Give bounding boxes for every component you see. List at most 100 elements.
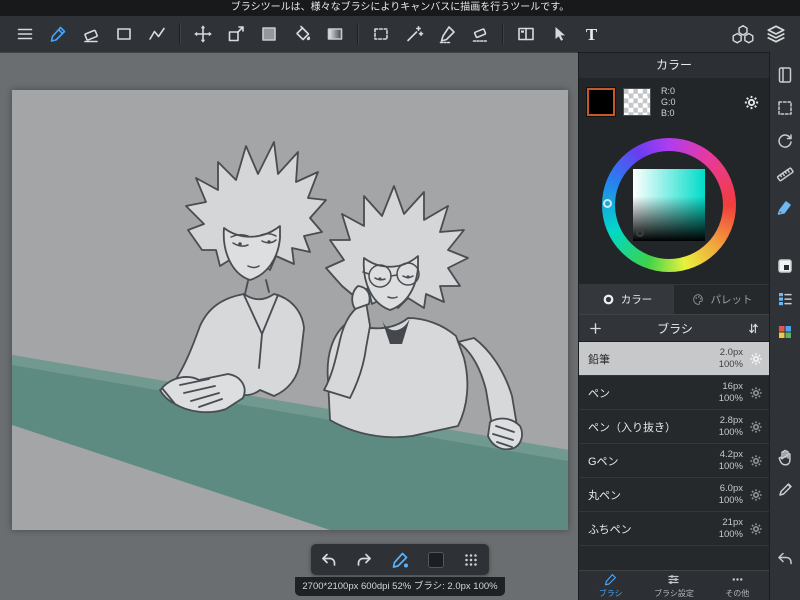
saturation-value-box[interactable] bbox=[633, 169, 705, 241]
background-color-swatch[interactable] bbox=[623, 88, 651, 116]
sort-brushes-button[interactable] bbox=[746, 321, 761, 336]
undo-button[interactable] bbox=[314, 546, 344, 574]
object-select-tool-button[interactable] bbox=[542, 16, 575, 52]
menu-icon bbox=[17, 28, 32, 40]
marquee-select-icon bbox=[373, 28, 388, 40]
tab-other[interactable]: その他 bbox=[706, 571, 769, 600]
brush-size: 21px bbox=[722, 516, 743, 528]
brush-eyedropper-icon bbox=[392, 552, 408, 568]
brush-name: ふちペン bbox=[588, 523, 632, 536]
layer-list-panel-button[interactable] bbox=[772, 286, 798, 312]
rotate-canvas-button[interactable] bbox=[772, 128, 798, 154]
menu-button[interactable] bbox=[8, 16, 41, 52]
sliders-icon bbox=[668, 575, 680, 584]
brush-list: 鉛筆 2.0px 100% ペン 16px 100% ペン（入り抜き） 2.8p… bbox=[579, 342, 769, 570]
palette-panel-button[interactable] bbox=[772, 319, 798, 345]
undo-side-button[interactable] bbox=[772, 546, 798, 572]
brush-opacity: 100% bbox=[718, 494, 743, 506]
gradient-tool-button[interactable] bbox=[318, 16, 351, 52]
hue-wheel[interactable] bbox=[602, 138, 736, 272]
brush-settings-gear[interactable] bbox=[748, 351, 764, 367]
color-wheel-area bbox=[579, 126, 769, 284]
foreground-color-swatch[interactable] bbox=[586, 87, 616, 117]
color-settings-button[interactable] bbox=[742, 93, 761, 112]
layers-button[interactable] bbox=[759, 16, 792, 52]
brush-name: ペン（入り抜き） bbox=[588, 421, 676, 434]
pen-select-tool-button[interactable] bbox=[430, 16, 463, 52]
hand-tool-button[interactable] bbox=[772, 444, 798, 470]
marker-button[interactable] bbox=[772, 194, 798, 220]
panel-layout-tool-button[interactable] bbox=[509, 16, 542, 52]
material-cubes-icon bbox=[731, 25, 754, 44]
toolbar-divider bbox=[179, 23, 180, 45]
ruler-button[interactable] bbox=[772, 161, 798, 187]
toolbar-divider bbox=[357, 23, 358, 45]
stylus-icon bbox=[779, 483, 792, 496]
brush-opacity: 100% bbox=[718, 358, 743, 370]
eraser-tool-button[interactable] bbox=[74, 16, 107, 52]
color-chip-tool-button[interactable] bbox=[252, 16, 285, 52]
rectangle-icon bbox=[116, 28, 131, 40]
text-tool-button[interactable]: T bbox=[575, 16, 608, 52]
brush-settings-gear[interactable] bbox=[748, 453, 764, 469]
move-tool-button[interactable] bbox=[186, 16, 219, 52]
gear-icon bbox=[750, 488, 762, 501]
paint-bucket-icon bbox=[295, 25, 310, 41]
brush-tool-button[interactable] bbox=[41, 16, 74, 52]
undo-icon bbox=[321, 553, 336, 566]
sv-indicator[interactable] bbox=[636, 229, 644, 237]
drag-handle[interactable] bbox=[456, 546, 486, 574]
rgb-readout: R:0 G:0 B:0 bbox=[661, 86, 676, 119]
color-chip-panel-button[interactable] bbox=[772, 253, 798, 279]
brush-item[interactable]: ペン（入り抜き） 2.8px 100% bbox=[579, 410, 769, 444]
tab-color-label: カラー bbox=[620, 294, 653, 306]
rgb-b-value: B:0 bbox=[661, 107, 675, 118]
brush-settings-gear[interactable] bbox=[748, 521, 764, 537]
marquee-select-tool-button[interactable] bbox=[364, 16, 397, 52]
tab-brush-settings[interactable]: ブラシ設定 bbox=[642, 571, 705, 600]
brush-settings-gear[interactable] bbox=[748, 487, 764, 503]
tab-color[interactable]: カラー bbox=[579, 285, 674, 314]
tab-brush-settings-label: ブラシ設定 bbox=[654, 589, 694, 598]
transform-tool-button[interactable] bbox=[219, 16, 252, 52]
brush-item[interactable]: 鉛筆 2.0px 100% bbox=[579, 342, 769, 376]
cursor-icon bbox=[555, 27, 565, 41]
brush-name: ペン bbox=[588, 387, 610, 400]
layer-list-icon bbox=[779, 293, 792, 306]
color-chip-button[interactable] bbox=[421, 546, 451, 574]
color-swatch-row: R:0 G:0 B:0 bbox=[579, 78, 769, 126]
shape-tool-button[interactable] bbox=[107, 16, 140, 52]
tab-palette[interactable]: パレット bbox=[674, 285, 769, 314]
magic-wand-icon bbox=[406, 26, 423, 42]
select-area-button[interactable] bbox=[772, 95, 798, 121]
tab-other-label: その他 bbox=[725, 589, 750, 598]
brush-opacity: 100% bbox=[718, 392, 743, 404]
journal-button[interactable] bbox=[772, 62, 798, 88]
brush-item[interactable]: ペン 16px 100% bbox=[579, 376, 769, 410]
canvas-info-text: 2700*2100px 600dpi 52% ブラシ: 2.0px 100% bbox=[302, 581, 498, 592]
brush-name: 鉛筆 bbox=[588, 353, 610, 366]
hue-indicator[interactable] bbox=[603, 199, 612, 208]
eraser-select-tool-button[interactable] bbox=[463, 16, 496, 52]
stylus-tool-button[interactable] bbox=[772, 477, 798, 503]
rgb-g-value: G:0 bbox=[661, 96, 676, 107]
brush-item[interactable]: ふちペン 21px 100% bbox=[579, 512, 769, 546]
gear-icon bbox=[750, 420, 762, 433]
canvas[interactable] bbox=[12, 90, 568, 530]
brush-settings-gear[interactable] bbox=[748, 419, 764, 435]
add-brush-button[interactable] bbox=[587, 320, 604, 337]
polyline-tool-button[interactable] bbox=[140, 16, 173, 52]
brush-eyedropper-toggle[interactable] bbox=[385, 546, 415, 574]
material-button[interactable] bbox=[726, 16, 759, 52]
brush-settings-gear[interactable] bbox=[748, 385, 764, 401]
canvas-artwork bbox=[12, 90, 568, 530]
brush-item[interactable]: Gペン 4.2px 100% bbox=[579, 444, 769, 478]
tab-brush[interactable]: ブラシ bbox=[579, 571, 642, 600]
brush-item[interactable]: 丸ペン 6.0px 100% bbox=[579, 478, 769, 512]
main-toolbar: T bbox=[0, 16, 800, 52]
sidebar-bottom-tabs: ブラシ ブラシ設定 その他 bbox=[579, 570, 769, 600]
bucket-tool-button[interactable] bbox=[285, 16, 318, 52]
magic-wand-tool-button[interactable] bbox=[397, 16, 430, 52]
redo-button[interactable] bbox=[349, 546, 379, 574]
color-chip-panel-icon bbox=[778, 259, 792, 273]
